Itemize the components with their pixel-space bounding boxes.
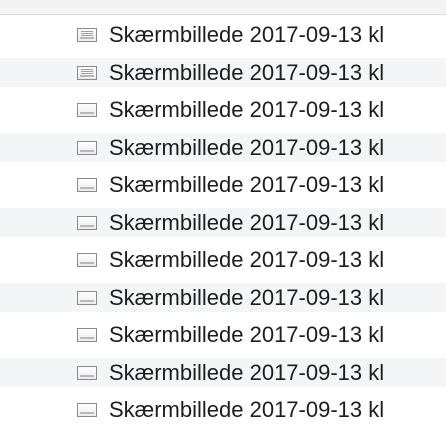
- screenshot-icon: [77, 103, 97, 117]
- file-row[interactable]: Skærmbillede 2017-09-13 kl: [0, 357, 446, 387]
- file-row[interactable]: Skærmbillede 2017-09-13 kl: [0, 282, 446, 312]
- file-row[interactable]: Skærmbillede 2017-09-13 kl: [0, 320, 446, 349]
- file-row[interactable]: Skærmbillede 2017-09-13 kl: [0, 20, 446, 49]
- file-name: Skærmbillede 2017-09-13 kl: [109, 284, 385, 310]
- screenshot-icon: [77, 328, 97, 342]
- file-name: Skærmbillede 2017-09-13 kl: [109, 209, 385, 235]
- file-name: Skærmbillede 2017-09-13 kl: [109, 359, 385, 385]
- screenshot-icon: [77, 365, 97, 380]
- file-name: Skærmbillede 2017-09-13 kl: [109, 134, 385, 160]
- file-name: Skærmbillede 2017-09-13 kl: [109, 97, 385, 122]
- screenshot-icon: [77, 178, 97, 192]
- file-name: Skærmbillede 2017-09-13 kl: [109, 322, 385, 347]
- file-name: Skærmbillede 2017-09-13 kl: [109, 22, 385, 47]
- list-header-edge: [0, 0, 446, 15]
- file-name: Skærmbillede 2017-09-13 kl: [109, 397, 385, 422]
- screenshot-icon: [77, 215, 97, 230]
- file-row[interactable]: Skærmbillede 2017-09-13 kl: [0, 95, 446, 124]
- file-name: Skærmbillede 2017-09-13 kl: [109, 247, 385, 272]
- file-row[interactable]: Skærmbillede 2017-09-13 kl: [0, 132, 446, 162]
- file-name: Skærmbillede 2017-09-13 kl: [109, 59, 385, 85]
- file-row[interactable]: Skærmbillede 2017-09-13 kl: [0, 170, 446, 199]
- document-icon: [77, 65, 97, 80]
- screenshot-icon: [77, 290, 97, 305]
- file-row[interactable]: Skærmbillede 2017-09-13 kl: [0, 207, 446, 237]
- file-row[interactable]: Skærmbillede 2017-09-13 kl: [0, 395, 446, 424]
- screenshot-icon: [77, 403, 97, 417]
- screenshot-icon: [77, 28, 97, 42]
- screenshot-icon: [77, 140, 97, 155]
- file-name: Skærmbillede 2017-09-13 kl: [109, 172, 385, 197]
- screenshot-icon: [77, 253, 97, 267]
- file-row[interactable]: Skærmbillede 2017-09-13 kl: [0, 245, 446, 274]
- file-list: Skærmbillede 2017-09-13 kl Skærmbillede …: [0, 0, 446, 432]
- file-row[interactable]: Skærmbillede 2017-09-13 kl: [0, 57, 446, 87]
